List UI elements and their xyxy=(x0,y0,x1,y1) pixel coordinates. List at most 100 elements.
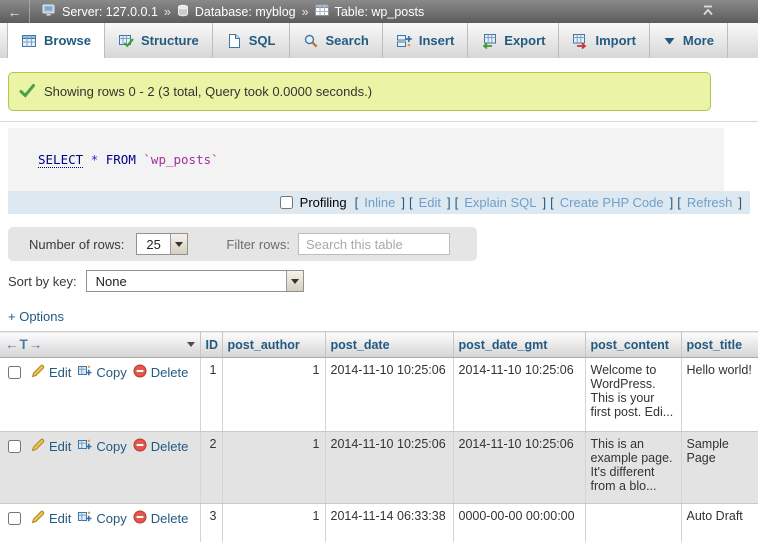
delete-label: Delete xyxy=(151,511,189,526)
row-checkbox[interactable] xyxy=(8,512,21,525)
breadcrumb-separator: » xyxy=(302,5,309,19)
chevron-down-icon xyxy=(663,36,676,46)
bracket: [ xyxy=(409,195,413,210)
tab-import[interactable]: Import xyxy=(559,23,649,58)
column-header-post-date-gmt[interactable]: post_date_gmt xyxy=(453,332,585,358)
bracket: [ xyxy=(455,195,459,210)
cell-post-content[interactable]: This is an example page. It's different … xyxy=(585,432,681,504)
export-icon xyxy=(481,33,497,49)
search-icon xyxy=(303,33,319,49)
server-icon xyxy=(42,4,56,20)
breadcrumb-table[interactable]: Table: wp_posts xyxy=(335,5,425,19)
tab-insert[interactable]: Insert xyxy=(383,23,468,58)
table-row: Edit Copy Delete 1 1 2014-11-10 10:25:06… xyxy=(0,358,758,432)
sort-key-select[interactable]: None xyxy=(86,270,304,292)
options-toggle[interactable]: + Options xyxy=(8,309,758,324)
cell-post-date-gmt[interactable]: 2014-11-10 10:25:06 xyxy=(453,358,585,432)
cell-post-title[interactable]: Auto Draft xyxy=(681,504,758,542)
back-button[interactable]: ← xyxy=(0,0,30,23)
bracket: ] xyxy=(543,195,547,210)
select-arrow-icon xyxy=(286,271,303,291)
cell-post-date-gmt[interactable]: 2014-11-10 10:25:06 xyxy=(453,432,585,504)
cell-post-date[interactable]: 2014-11-10 10:25:06 xyxy=(325,358,453,432)
cell-post-content[interactable]: Welcome to WordPress. This is your first… xyxy=(585,358,681,432)
delete-row-link[interactable]: Delete xyxy=(133,364,189,381)
cell-post-title[interactable]: Sample Page xyxy=(681,432,758,504)
column-header-post-title[interactable]: post_title xyxy=(681,332,758,358)
edit-row-link[interactable]: Edit xyxy=(31,510,71,527)
breadcrumb-database[interactable]: Database: myblog xyxy=(195,5,296,19)
insert-icon xyxy=(396,33,412,49)
number-of-rows-label: Number of rows: xyxy=(29,237,124,252)
refresh-link[interactable]: Refresh xyxy=(687,195,733,210)
column-options-icon[interactable] xyxy=(187,342,195,347)
sort-by-key-label: Sort by key: xyxy=(8,274,77,289)
column-header-post-author[interactable]: post_author xyxy=(222,332,325,358)
column-header-id[interactable]: ID xyxy=(200,332,222,358)
cell-id[interactable]: 3 xyxy=(200,504,222,542)
rows-per-page-select[interactable]: 25 xyxy=(136,233,188,255)
delete-icon xyxy=(133,364,147,381)
create-php-code-link[interactable]: Create PHP Code xyxy=(560,195,664,210)
bracket: ] xyxy=(670,195,674,210)
bracket: [ xyxy=(355,195,359,210)
tab-export[interactable]: Export xyxy=(468,23,559,58)
cell-id[interactable]: 1 xyxy=(200,358,222,432)
bracket: [ xyxy=(550,195,554,210)
transpose-icon[interactable]: ←T→ xyxy=(5,337,43,352)
copy-row-link[interactable]: Copy xyxy=(77,364,126,381)
delete-row-link[interactable]: Delete xyxy=(133,510,189,527)
sql-keyword-select[interactable]: SELECT xyxy=(38,152,83,168)
copy-icon xyxy=(77,364,92,381)
tab-structure[interactable]: Structure xyxy=(105,23,213,58)
breadcrumb: Server: 127.0.0.1 » Database: myblog » T… xyxy=(42,4,424,20)
copy-icon xyxy=(77,438,92,455)
delete-label: Delete xyxy=(151,439,189,454)
inline-link[interactable]: Inline xyxy=(364,195,395,210)
column-header-post-content[interactable]: post_content xyxy=(585,332,681,358)
tab-label: Browse xyxy=(44,33,91,48)
cell-post-date[interactable]: 2014-11-14 06:33:38 xyxy=(325,504,453,542)
tab-browse[interactable]: Browse xyxy=(7,23,105,58)
explain-sql-link[interactable]: Explain SQL xyxy=(464,195,536,210)
collapse-icon[interactable] xyxy=(700,4,716,21)
cell-post-content[interactable] xyxy=(585,504,681,542)
pencil-icon xyxy=(31,510,45,527)
rows-per-page-value: 25 xyxy=(137,237,169,252)
bracket: ] xyxy=(447,195,451,210)
row-checkbox[interactable] xyxy=(8,366,21,379)
cell-post-date[interactable]: 2014-11-10 10:25:06 xyxy=(325,432,453,504)
row-checkbox[interactable] xyxy=(8,440,21,453)
sql-page-icon xyxy=(226,33,242,49)
edit-row-link[interactable]: Edit xyxy=(31,364,71,381)
cell-post-author[interactable]: 1 xyxy=(222,358,325,432)
tab-sql[interactable]: SQL xyxy=(213,23,290,58)
tab-search[interactable]: Search xyxy=(290,23,383,58)
import-icon xyxy=(572,33,588,49)
tab-label: More xyxy=(683,33,714,48)
pencil-icon xyxy=(31,364,45,381)
edit-query-link[interactable]: Edit xyxy=(419,195,441,210)
filter-search-input[interactable] xyxy=(298,233,450,255)
delete-row-link[interactable]: Delete xyxy=(133,438,189,455)
cell-post-author[interactable]: 1 xyxy=(222,504,325,542)
copy-row-link[interactable]: Copy xyxy=(77,510,126,527)
cell-post-author[interactable]: 1 xyxy=(222,432,325,504)
copy-row-link[interactable]: Copy xyxy=(77,438,126,455)
sql-keyword-from: FROM xyxy=(106,152,136,167)
actions-column-header[interactable]: ←T→ xyxy=(0,332,200,358)
browse-table-icon xyxy=(21,33,37,49)
cell-id[interactable]: 2 xyxy=(200,432,222,504)
breadcrumb-server[interactable]: Server: 127.0.0.1 xyxy=(62,5,158,19)
breadcrumb-separator: » xyxy=(164,5,171,19)
tab-label: Structure xyxy=(141,33,199,48)
profiling-checkbox[interactable] xyxy=(280,196,293,209)
row-actions: Edit Copy Delete xyxy=(0,358,200,432)
sort-key-value: None xyxy=(87,274,136,289)
edit-row-link[interactable]: Edit xyxy=(31,438,71,455)
cell-post-date-gmt[interactable]: 0000-00-00 00:00:00 xyxy=(453,504,585,542)
cell-post-title[interactable]: Hello world! xyxy=(681,358,758,432)
tab-label: SQL xyxy=(249,33,276,48)
column-header-post-date[interactable]: post_date xyxy=(325,332,453,358)
tab-more[interactable]: More xyxy=(650,23,728,58)
